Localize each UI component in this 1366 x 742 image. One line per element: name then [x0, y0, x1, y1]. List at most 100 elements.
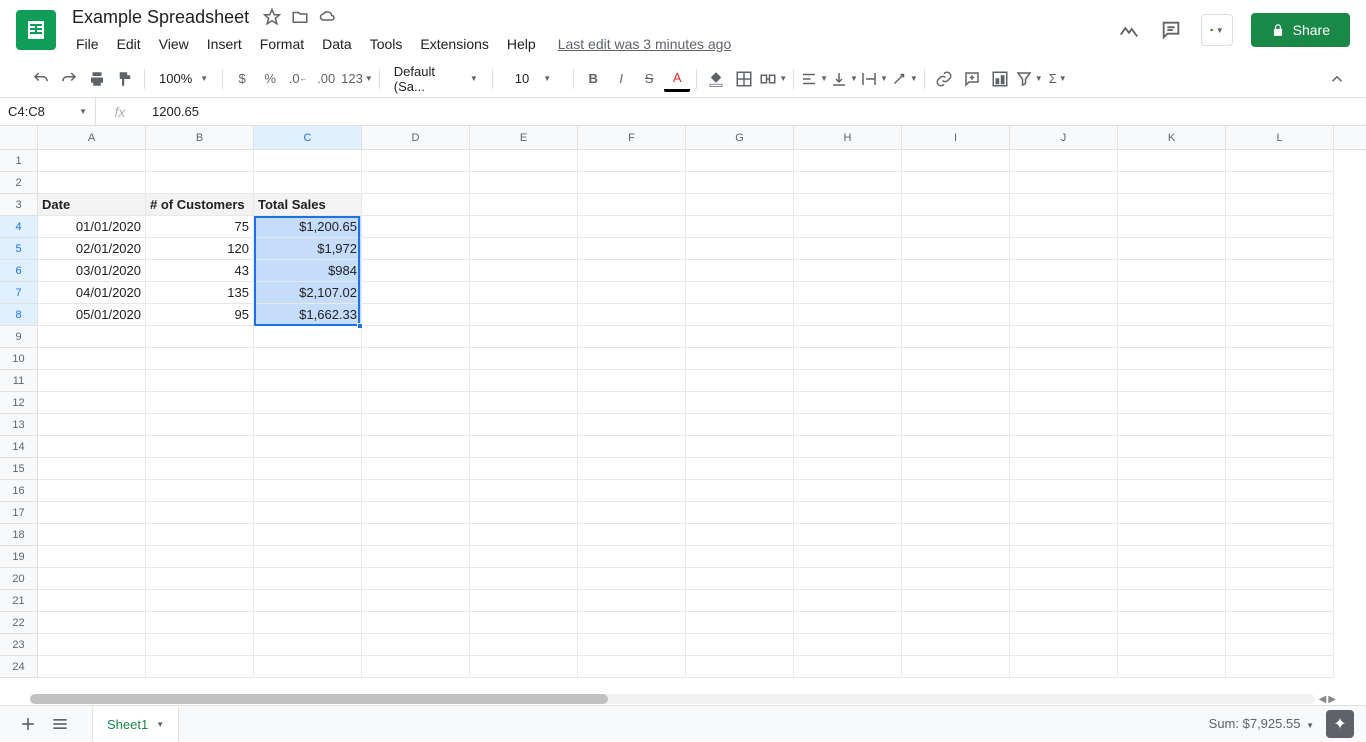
- cell[interactable]: 75: [146, 216, 254, 238]
- cell[interactable]: 135: [146, 282, 254, 304]
- cell[interactable]: [578, 150, 686, 172]
- cell[interactable]: [362, 436, 470, 458]
- rotate-text-icon[interactable]: ▼: [890, 66, 918, 92]
- cell[interactable]: [686, 524, 794, 546]
- cell[interactable]: [38, 436, 146, 458]
- cell[interactable]: $1,200.65: [254, 216, 362, 238]
- cell[interactable]: [1226, 414, 1334, 436]
- cell[interactable]: 03/01/2020: [38, 260, 146, 282]
- cell[interactable]: 01/01/2020: [38, 216, 146, 238]
- bold-icon[interactable]: B: [580, 66, 606, 92]
- cell[interactable]: [902, 414, 1010, 436]
- cell[interactable]: [902, 282, 1010, 304]
- cell[interactable]: [1010, 656, 1118, 678]
- menu-view[interactable]: View: [151, 32, 197, 56]
- cell[interactable]: [362, 238, 470, 260]
- cell[interactable]: [1226, 304, 1334, 326]
- cell[interactable]: [794, 194, 902, 216]
- cell[interactable]: [470, 568, 578, 590]
- cell[interactable]: [1118, 282, 1226, 304]
- cell[interactable]: [686, 656, 794, 678]
- cell[interactable]: [686, 480, 794, 502]
- cell[interactable]: 02/01/2020: [38, 238, 146, 260]
- horizontal-scrollbar[interactable]: ◀▶: [30, 693, 1336, 705]
- cell[interactable]: [1118, 634, 1226, 656]
- cell[interactable]: [578, 260, 686, 282]
- cell[interactable]: 43: [146, 260, 254, 282]
- row-header[interactable]: 22: [0, 612, 38, 634]
- cell[interactable]: [38, 172, 146, 194]
- font-size-select[interactable]: 10▼: [499, 71, 567, 86]
- cell[interactable]: [1118, 216, 1226, 238]
- cell[interactable]: [1010, 568, 1118, 590]
- cell[interactable]: [1226, 326, 1334, 348]
- col-header-j[interactable]: J: [1010, 126, 1118, 149]
- cell[interactable]: [362, 172, 470, 194]
- cell[interactable]: [686, 194, 794, 216]
- cell[interactable]: [902, 260, 1010, 282]
- menu-insert[interactable]: Insert: [199, 32, 250, 56]
- cell[interactable]: [362, 260, 470, 282]
- cell[interactable]: [902, 348, 1010, 370]
- cell[interactable]: [146, 524, 254, 546]
- cell[interactable]: [686, 612, 794, 634]
- cell[interactable]: [794, 436, 902, 458]
- cell[interactable]: [1226, 612, 1334, 634]
- row-header[interactable]: 15: [0, 458, 38, 480]
- cell[interactable]: [470, 348, 578, 370]
- cell[interactable]: [686, 414, 794, 436]
- cell[interactable]: [146, 546, 254, 568]
- cell[interactable]: [146, 348, 254, 370]
- cell[interactable]: [1010, 150, 1118, 172]
- cell[interactable]: [1226, 150, 1334, 172]
- cell[interactable]: [1118, 590, 1226, 612]
- cell[interactable]: [362, 216, 470, 238]
- cell[interactable]: [254, 612, 362, 634]
- cell[interactable]: [38, 502, 146, 524]
- cell[interactable]: [1226, 458, 1334, 480]
- cell[interactable]: [686, 370, 794, 392]
- cell[interactable]: [146, 634, 254, 656]
- cell[interactable]: [362, 634, 470, 656]
- paint-format-icon[interactable]: [112, 66, 138, 92]
- cell[interactable]: [254, 524, 362, 546]
- col-header-i[interactable]: I: [902, 126, 1010, 149]
- scroll-right-icon[interactable]: ▶: [1328, 694, 1336, 705]
- cell[interactable]: [146, 370, 254, 392]
- cell[interactable]: [362, 590, 470, 612]
- cell[interactable]: [578, 392, 686, 414]
- cell[interactable]: [1010, 590, 1118, 612]
- cell[interactable]: [470, 392, 578, 414]
- name-box[interactable]: C4:C8▼: [0, 98, 96, 125]
- cell[interactable]: [470, 524, 578, 546]
- cell[interactable]: $984: [254, 260, 362, 282]
- cell[interactable]: [578, 568, 686, 590]
- cell[interactable]: [902, 150, 1010, 172]
- cell[interactable]: [1226, 194, 1334, 216]
- menu-format[interactable]: Format: [252, 32, 312, 56]
- cell[interactable]: [362, 568, 470, 590]
- cell[interactable]: [686, 458, 794, 480]
- cell[interactable]: [146, 172, 254, 194]
- cell[interactable]: [1118, 546, 1226, 568]
- cell[interactable]: Total Sales: [254, 194, 362, 216]
- row-header[interactable]: 7: [0, 282, 38, 304]
- cell[interactable]: [254, 590, 362, 612]
- cell[interactable]: [1010, 282, 1118, 304]
- cell[interactable]: [794, 414, 902, 436]
- meet-icon[interactable]: ▼: [1201, 14, 1233, 46]
- menu-extensions[interactable]: Extensions: [412, 32, 496, 56]
- cell[interactable]: [578, 590, 686, 612]
- cell[interactable]: [1226, 568, 1334, 590]
- cell[interactable]: [470, 656, 578, 678]
- all-sheets-icon[interactable]: [44, 708, 76, 740]
- cell[interactable]: [902, 612, 1010, 634]
- cell[interactable]: [1226, 502, 1334, 524]
- row-header[interactable]: 19: [0, 546, 38, 568]
- cell[interactable]: [686, 436, 794, 458]
- menu-file[interactable]: File: [68, 32, 107, 56]
- borders-icon[interactable]: [731, 66, 757, 92]
- menu-help[interactable]: Help: [499, 32, 544, 56]
- add-sheet-icon[interactable]: [12, 708, 44, 740]
- cell[interactable]: [902, 502, 1010, 524]
